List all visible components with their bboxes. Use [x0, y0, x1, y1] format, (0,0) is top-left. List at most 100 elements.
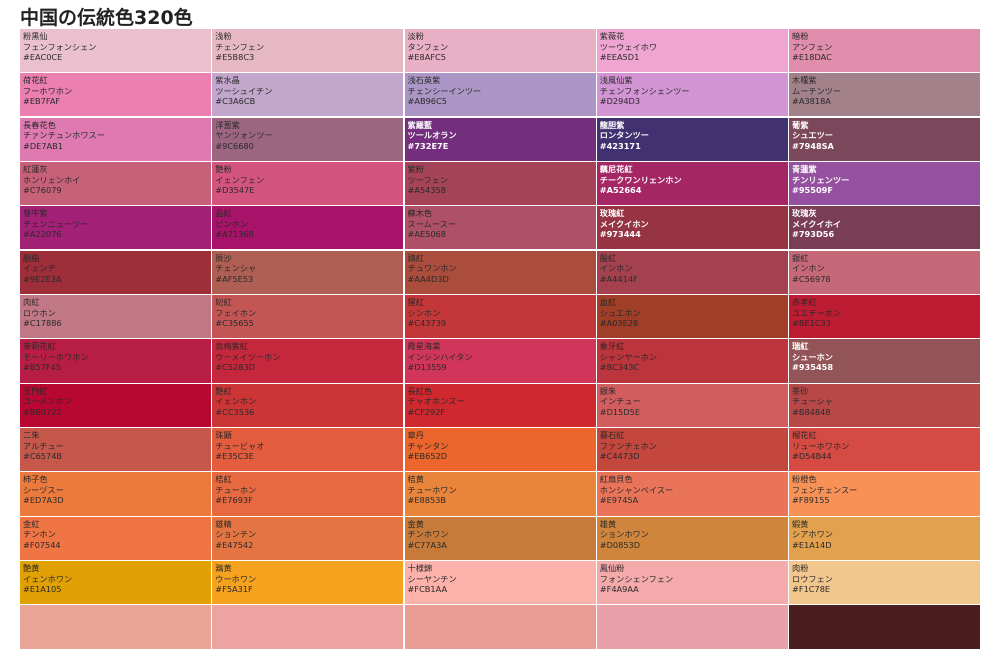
color-hex-code: #CC3536 — [215, 406, 255, 417]
color-swatch[interactable]: 藕尼花紅 チークワンリェンホン #A52664 — [596, 162, 788, 206]
color-swatch[interactable]: 辰沙 チェンシャ #AF5E53 — [212, 250, 404, 294]
color-swatch[interactable]: 鳳仙粉 フォンシェンフェン #F4A9AA — [596, 561, 788, 605]
color-hex-code: #AF5E53 — [215, 273, 254, 284]
color-swatch[interactable]: 暮石紅 ファンチェホン #C4473D — [596, 428, 788, 472]
color-swatch[interactable]: 青蓮紫 チンリェンツー #95509F — [789, 162, 980, 206]
color-name: 鶏紅 — [407, 252, 424, 263]
color-reading: シンホン — [407, 307, 441, 318]
color-swatch[interactable]: 桔紅 チューホン #E7693F — [212, 472, 404, 516]
color-swatch[interactable]: 紅蓮灰 ホンリェンホイ #C76079 — [20, 162, 211, 206]
color-swatch[interactable]: 暗粉 アンフェン #E18DAC — [789, 29, 980, 73]
color-swatch[interactable]: 霞星海棠 インシンハイタン #D13559 — [404, 339, 596, 383]
color-swatch[interactable]: 紫薇花 ツーウェイホワ #EEA5D1 — [596, 29, 788, 73]
color-swatch[interactable]: 赤孝紅 ユエテーホン #BE1C33 — [789, 295, 980, 339]
color-swatch[interactable]: 荷花紅 フーホワホン #EB7FAF — [20, 73, 211, 117]
color-name: 十様錦 — [407, 563, 433, 574]
color-swatch[interactable]: 芽牛紫 チェンニューツー #A22076 — [20, 206, 211, 250]
color-reading: シーヅスー — [23, 484, 64, 495]
color-swatch[interactable]: 紅扇貝色 ホンシャンベイスー #E9745A — [596, 472, 788, 516]
color-swatch[interactable]: 胭脂 イェンヂ #9E2E3A — [20, 250, 211, 294]
color-swatch-partial[interactable] — [404, 605, 596, 649]
color-swatch[interactable]: 長春花色 チァンチュンホワスー #DE7AB1 — [20, 117, 211, 161]
color-swatch[interactable]: 玫瑰紅 メイクイホン #973444 — [596, 206, 788, 250]
color-hex-code: #A4414F — [599, 273, 638, 284]
color-swatch[interactable]: 柿子色 シーヅスー #ED7A3D — [20, 472, 211, 516]
color-swatch[interactable]: 龍胆紫 ロンタンツー #423171 — [596, 117, 788, 161]
color-swatch[interactable]: 瑞紅 シューホン #935458 — [789, 339, 980, 383]
color-name: 紫粉 — [407, 164, 424, 175]
color-swatch[interactable]: 浅粉 チェンフェン #E5B8C3 — [212, 29, 404, 73]
color-hex-code: #A3818A — [792, 96, 831, 107]
color-hex-code: #EAC0CE — [23, 52, 63, 62]
color-swatch[interactable]: 血紅 シュエホン #A03E28 — [596, 295, 788, 339]
color-hex-code: #793D56 — [792, 229, 835, 240]
color-swatch[interactable]: 肉粉 ロウフェン #F1C78E — [789, 561, 980, 605]
color-swatch[interactable]: 鶏黄 ウーホワン #F5A31F — [212, 561, 404, 605]
color-hex-code: #973444 — [599, 229, 641, 240]
color-swatch-partial[interactable] — [596, 605, 788, 649]
color-reading: ピンホン — [215, 218, 249, 229]
color-reading: チンホワン — [407, 529, 449, 540]
color-reading: シューホン — [792, 351, 833, 362]
color-swatch-partial[interactable] — [789, 605, 980, 649]
color-swatch[interactable]: 粉橙色 フェンチェンスー #F89155 — [789, 472, 980, 516]
color-swatch[interactable]: 浅風仙紫 チェンフォンシェンツー #D294D3 — [596, 73, 788, 117]
color-swatch[interactable]: 榴花紅 リューホワホン #D54B44 — [789, 428, 980, 472]
color-swatch[interactable]: 銀朱 インチュー #D15D5E — [596, 383, 788, 427]
color-reading: ツールオラン — [407, 130, 457, 141]
color-swatch[interactable]: 珠顕 チュービャオ #E35C3E — [212, 428, 404, 472]
color-swatch[interactable]: 艶紅 イェンホン #CC3536 — [212, 383, 404, 427]
color-swatch[interactable]: 洋葱紫 ヤンツォンツー #9C6680 — [212, 117, 404, 161]
color-swatch[interactable]: 紫水晶 ツーシュイチン #C3A6CB — [212, 73, 404, 117]
color-swatch[interactable]: 猩紅 シンホン #C43739 — [404, 295, 596, 339]
color-swatch[interactable]: 殷紅 インホン #A4414F — [596, 250, 788, 294]
color-swatch[interactable]: 雄精 ションチン #E47542 — [212, 516, 404, 560]
color-swatch[interactable]: 金紅 チンホン #F07544 — [20, 516, 211, 560]
color-name: 鳳仙粉 — [599, 563, 625, 574]
color-swatch[interactable]: 粉黒仙 フェンフォンシェン #EAC0CE — [20, 29, 211, 73]
color-swatch[interactable]: 十様錦 シーヤンチン #FCB1AA — [404, 561, 596, 605]
color-swatch[interactable]: 茉莉花紅 モーリーホワホン #B57F45 — [20, 339, 211, 383]
color-hex-code: #D15D5E — [599, 406, 641, 417]
color-swatch[interactable]: 淡粉 タンフェン #E8AFC5 — [404, 29, 596, 73]
color-name: 艶黄 — [23, 563, 40, 574]
color-hex-code: #95509F — [792, 185, 833, 196]
color-swatch[interactable]: 雄黄 ションホワン #D0853D — [596, 516, 788, 560]
color-swatch[interactable]: 鶏紅 チュワンホン #AA4D3D — [404, 250, 596, 294]
color-swatch[interactable]: 金黄 チンホワン #C77A3A — [404, 516, 596, 560]
color-name: 蝦黄 — [792, 518, 809, 529]
color-swatch[interactable]: 葡紫 シュエツー #7948SA — [789, 117, 980, 161]
color-name: 鶏黄 — [215, 563, 232, 574]
color-hex-code: #AB96C5 — [407, 96, 447, 107]
color-name: 藕尼花紅 — [599, 164, 633, 175]
color-reading: ロウホン — [23, 307, 56, 318]
color-swatch-partial[interactable] — [20, 605, 211, 649]
color-swatch[interactable]: 品紅 ピンホン #A71368 — [212, 206, 404, 250]
color-swatch[interactable]: 妃紅 フェイホン #C35655 — [212, 295, 404, 339]
color-swatch[interactable]: 木槿紫 ムーチンツー #A3818A — [789, 73, 980, 117]
color-swatch[interactable]: 長紅色 チャオホンスー #CF292F — [404, 383, 596, 427]
color-swatch[interactable]: 銀紅 インホン #C56978 — [789, 250, 980, 294]
color-hex-code: #C35655 — [215, 318, 254, 329]
color-swatch[interactable]: 艶黄 イェンホワン #E1A105 — [20, 561, 211, 605]
color-swatch[interactable]: 象牙紅 シャンヤーホン #BC343C — [596, 339, 788, 383]
color-swatch[interactable]: 烏梅紫紅 ウーメイツーホン #C5283D — [212, 339, 404, 383]
color-swatch[interactable]: 玉門紅 ユーメンホン #B80722 — [20, 383, 211, 427]
color-swatch[interactable]: 浅石英紫 チェンシーインツー #AB96C5 — [404, 73, 596, 117]
color-reading: シアホワン — [792, 529, 833, 540]
color-swatch[interactable]: 章丹 チャンタン #EB652D — [404, 428, 596, 472]
color-swatch[interactable]: 肉紅 ロウホン #C17886 — [20, 295, 211, 339]
color-swatch-partial[interactable] — [212, 605, 404, 649]
color-name: 金紅 — [23, 518, 40, 529]
color-swatch[interactable]: 玫瑰灰 メイクイホイ #793D56 — [789, 206, 980, 250]
color-swatch[interactable]: 茶砂 チューシャ #B84848 — [789, 383, 980, 427]
color-swatch[interactable]: 紫羅藍 ツールオラン #732E7E — [404, 117, 596, 161]
color-swatch[interactable]: 桔黄 チューホワン #E8853B — [404, 472, 596, 516]
color-swatch[interactable]: 蝦黄 シアホワン #E1A14D — [789, 516, 980, 560]
color-reading: メイクイホン — [599, 218, 649, 229]
color-swatch[interactable]: 紫粉 ツーフェン #A54358 — [404, 162, 596, 206]
color-swatch[interactable]: 二朱 アルチュー #C6574B — [20, 428, 211, 472]
color-swatch[interactable]: 蘇木色 スームースー #AE5068 — [404, 206, 596, 250]
color-swatch[interactable]: 艶粉 イェンフェン #D3547E — [212, 162, 404, 206]
color-hex-code: #E18DAC — [792, 52, 832, 62]
